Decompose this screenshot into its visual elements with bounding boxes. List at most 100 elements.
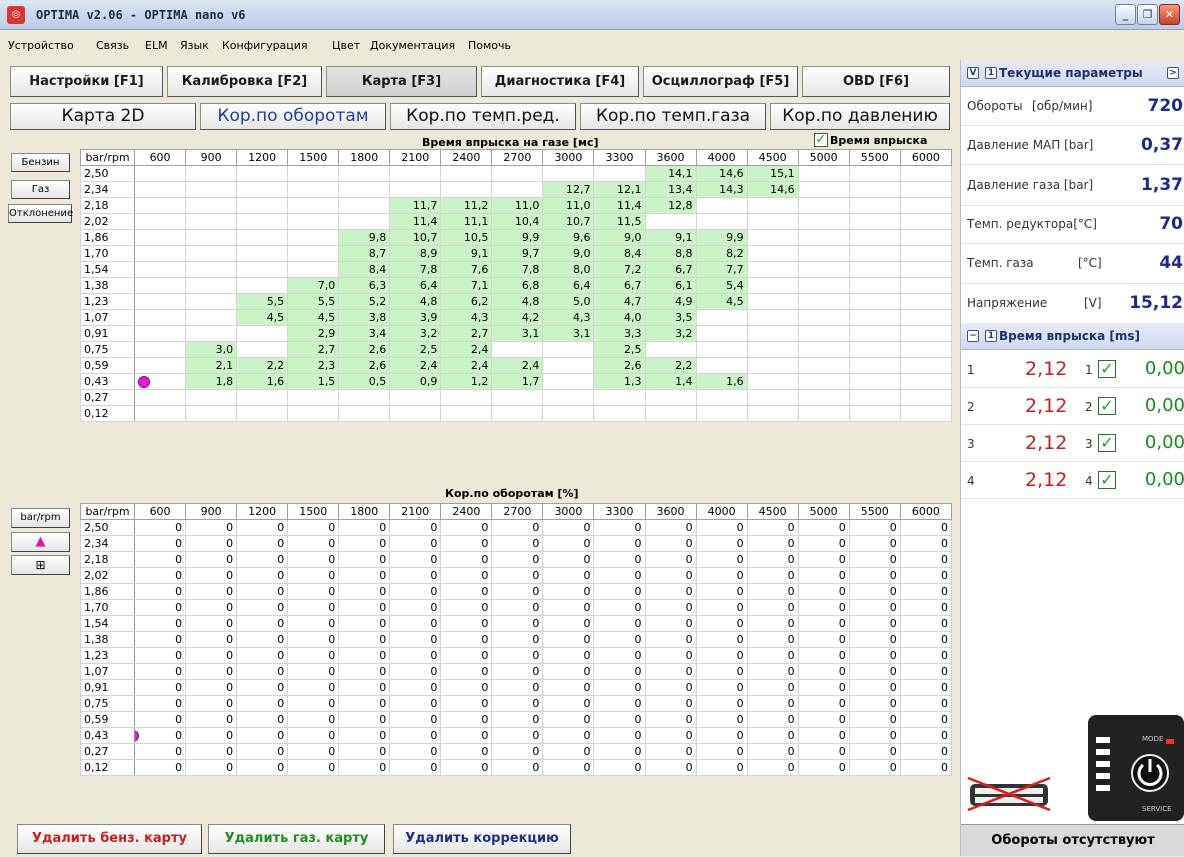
correction-cell[interactable]: 0 (848, 727, 901, 744)
map-cell[interactable] (746, 213, 799, 230)
map-cell[interactable]: 2,4 (440, 341, 493, 358)
map-cell[interactable] (695, 405, 748, 422)
correction-cell[interactable]: 0 (899, 759, 953, 776)
map-cell[interactable] (287, 213, 340, 230)
map-cell[interactable]: 3,8 (338, 309, 391, 326)
correction-cell[interactable]: 0 (491, 679, 544, 696)
correction-cell[interactable]: 0 (134, 567, 187, 584)
map-cell[interactable]: 15,1 (746, 165, 799, 182)
correction-cell[interactable]: 0 (491, 519, 544, 536)
correction-cell[interactable]: 0 (542, 663, 595, 680)
correction-cell[interactable]: 0 (848, 695, 901, 712)
map-cell[interactable] (797, 197, 850, 214)
correction-cell[interactable]: 0 (542, 727, 595, 744)
correction-cell[interactable]: 0 (389, 615, 442, 632)
correction-cell[interactable]: 0 (287, 567, 340, 584)
menu-connection[interactable]: Связь (96, 39, 129, 52)
subtab-reducer-temp-correction[interactable]: Кор.по темп.ред. (390, 103, 576, 130)
correction-cell[interactable]: 0 (491, 615, 544, 632)
correction-cell[interactable]: 0 (440, 519, 493, 536)
map-cell[interactable]: 8,7 (338, 245, 391, 262)
map-cell[interactable] (899, 245, 953, 262)
map-cell[interactable]: 11,2 (440, 197, 493, 214)
map-cell[interactable] (542, 357, 595, 374)
correction-cell[interactable]: 0 (695, 599, 748, 616)
correction-cell[interactable]: 0 (236, 551, 289, 568)
correction-cell[interactable]: 0 (134, 615, 187, 632)
map-cell[interactable] (899, 341, 953, 358)
map-cell[interactable] (338, 197, 391, 214)
correction-cell[interactable]: 0 (593, 567, 646, 584)
tab-settings[interactable]: Настройки [F1] (10, 66, 163, 97)
correction-cell[interactable]: 0 (287, 631, 340, 648)
subtab-pressure-correction[interactable]: Кор.по давлению (770, 103, 950, 130)
map-cell[interactable] (848, 309, 901, 326)
map-cell[interactable]: 4,3 (542, 309, 595, 326)
map-cell[interactable]: 2,4 (491, 357, 544, 374)
correction-cell[interactable]: 0 (797, 599, 850, 616)
correction-cell[interactable]: 0 (338, 647, 391, 664)
map-cell[interactable]: 8,0 (542, 261, 595, 278)
correction-cell[interactable]: 0 (644, 615, 697, 632)
map-cell[interactable]: 7,1 (440, 277, 493, 294)
map-cell[interactable] (797, 181, 850, 198)
correction-cell[interactable]: 0 (389, 599, 442, 616)
correction-cell[interactable]: 0 (797, 695, 850, 712)
map-cell[interactable] (287, 261, 340, 278)
map-cell[interactable] (899, 213, 953, 230)
map-cell[interactable]: 7,7 (695, 261, 748, 278)
correction-cell[interactable]: 0 (491, 663, 544, 680)
map-cell[interactable] (287, 229, 340, 246)
correction-cell[interactable]: 0 (746, 583, 799, 600)
correction-cell[interactable]: 0 (746, 663, 799, 680)
map-cell[interactable]: 10,5 (440, 229, 493, 246)
map-cell[interactable]: 11,5 (593, 213, 646, 230)
correction-cell[interactable]: 0 (440, 551, 493, 568)
map-cell[interactable] (899, 389, 953, 406)
correction-cell[interactable]: 0 (389, 743, 442, 760)
correction-cell[interactable]: 0 (848, 615, 901, 632)
map-cell[interactable]: 0,9 (389, 373, 442, 390)
map-cell[interactable] (746, 405, 799, 422)
chart-3d-icon[interactable]: ▲ (11, 532, 70, 552)
map-cell[interactable] (848, 245, 901, 262)
map-cell[interactable] (797, 165, 850, 182)
correction-cell[interactable]: 0 (797, 615, 850, 632)
map-cell[interactable]: 9,1 (644, 229, 697, 246)
correction-cell[interactable]: 0 (899, 519, 953, 536)
map-cell[interactable] (185, 293, 238, 310)
correction-cell[interactable]: 0 (440, 679, 493, 696)
menu-language[interactable]: Язык (180, 39, 209, 52)
map-cell[interactable]: 7,8 (389, 261, 442, 278)
correction-cell[interactable]: 0 (491, 551, 544, 568)
correction-cell[interactable]: 0 (185, 567, 238, 584)
map-cell[interactable] (746, 229, 799, 246)
map-cell[interactable]: 4,5 (236, 309, 289, 326)
map-cell[interactable]: 5,5 (287, 293, 340, 310)
map-cell[interactable] (134, 213, 187, 230)
map-cell[interactable]: 0,5 (338, 373, 391, 390)
correction-cell[interactable]: 0 (236, 647, 289, 664)
map-cell[interactable] (185, 309, 238, 326)
correction-cell[interactable]: 0 (389, 711, 442, 728)
correction-cell[interactable]: 0 (644, 519, 697, 536)
grid-table-icon[interactable]: ⊞ (11, 555, 70, 575)
correction-cell[interactable]: 0 (491, 647, 544, 664)
correction-cell[interactable]: 0 (491, 599, 544, 616)
correction-cell[interactable]: 0 (134, 759, 187, 776)
correction-cell[interactable]: 0 (440, 583, 493, 600)
map-cell[interactable] (899, 181, 953, 198)
map-cell[interactable]: 13,4 (644, 181, 697, 198)
map-cell[interactable]: 4,5 (287, 309, 340, 326)
correction-cell[interactable]: 0 (236, 519, 289, 536)
correction-cell[interactable]: 0 (746, 743, 799, 760)
correction-cell[interactable]: 0 (899, 599, 953, 616)
map-cell[interactable] (797, 309, 850, 326)
map-cell[interactable] (899, 229, 953, 246)
correction-cell[interactable]: 0 (797, 567, 850, 584)
correction-cell[interactable]: 0 (287, 615, 340, 632)
correction-cell[interactable]: 0 (746, 519, 799, 536)
collapse-icon[interactable]: V (967, 67, 979, 79)
tab-diagnostics[interactable]: Диагностика [F4] (481, 66, 639, 97)
map-cell[interactable] (236, 389, 289, 406)
